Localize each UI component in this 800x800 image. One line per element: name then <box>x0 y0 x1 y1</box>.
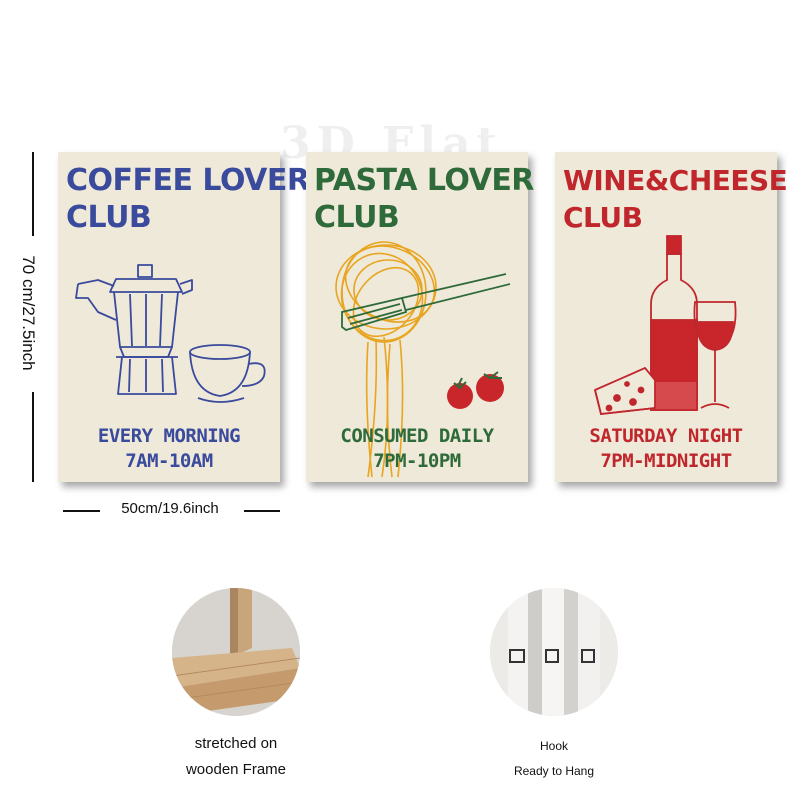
width-label: 50cm/19.6inch <box>121 500 219 517</box>
poster-subtitle-line1: CONSUMED DAILY <box>340 425 494 447</box>
frame-caption-line1: stretched on <box>194 735 278 752</box>
poster-subtitle: CONSUMED DAILY 7PM-10PM <box>306 424 528 474</box>
hook-photo-icon <box>490 588 618 716</box>
tomato-icons <box>447 371 504 409</box>
poster-subtitle-line1: EVERY MORNING <box>97 425 241 447</box>
poster-subtitle-line2: 7PM-MIDNIGHT <box>600 450 732 472</box>
frame-caption: stretched on wooden Frame <box>152 731 320 783</box>
height-label: 70 cm/27.5inch <box>19 255 38 371</box>
hook-caption-line2: Ready to Hang <box>513 764 595 778</box>
wooden-frame-photo-icon <box>172 588 300 716</box>
poster-pasta: PASTA LOVER CLUB CONSUMED DAILY 7PM-10PM <box>306 152 534 482</box>
poster-subtitle-line2: 7PM-10PM <box>373 450 461 472</box>
poster-wine-cheese: WINE&CHEESE CLUB SATURDAY NIGHT 7PM-MIDN… <box>555 152 788 482</box>
hook-caption-line1: Hook <box>539 739 568 753</box>
hook-caption: Hook Ready to Hang <box>480 734 628 784</box>
poster-subtitle: SATURDAY NIGHT 7PM-MIDNIGHT <box>555 424 777 474</box>
poster-subtitle: EVERY MORNING 7AM-10AM <box>58 424 280 474</box>
poster-coffee: COFFEE LOVER CLUB EVERY MORNING 7AM-10AM <box>58 152 310 482</box>
frame-caption-line2: wooden Frame <box>185 761 287 778</box>
poster-subtitle-line1: SATURDAY NIGHT <box>589 425 743 447</box>
poster-subtitle-line2: 7AM-10AM <box>125 450 213 472</box>
